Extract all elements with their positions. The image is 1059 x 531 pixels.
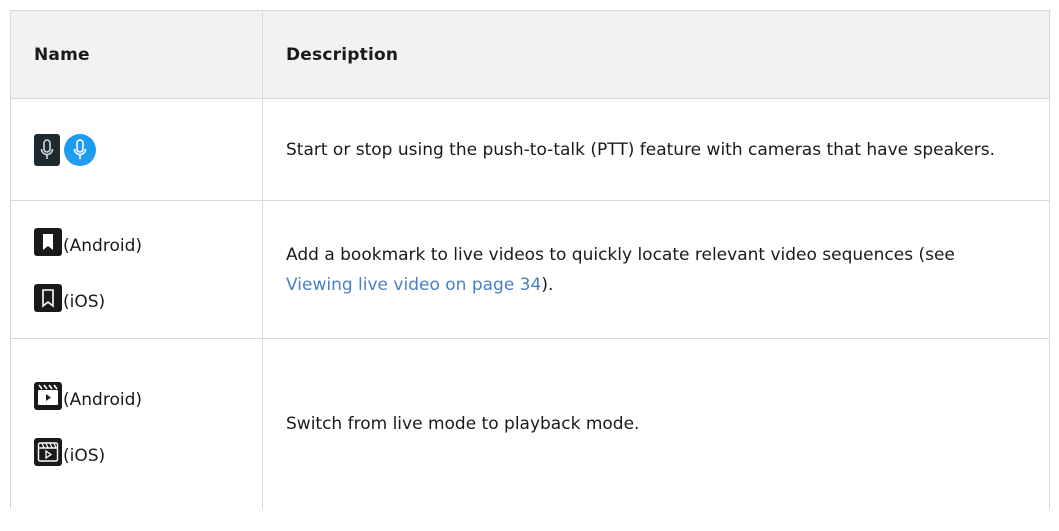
name-cell: (Android) (iOS) bbox=[10, 200, 263, 339]
viewing-live-video-link[interactable]: Viewing live video on page 34 bbox=[286, 275, 541, 295]
android-label: (Android) bbox=[63, 235, 142, 256]
mic-icon-pair bbox=[34, 133, 262, 166]
microphone-icon bbox=[34, 133, 60, 166]
table-row: (Android) (iOS) Switch from live mode to… bbox=[10, 338, 1050, 509]
description-cell: Add a bookmark to live videos to quickly… bbox=[262, 200, 1050, 339]
header-name: Name bbox=[10, 10, 263, 99]
description-text: Add a bookmark to live videos to quickly… bbox=[286, 244, 955, 265]
microphone-active-icon bbox=[64, 133, 96, 166]
android-icon-line: (Android) bbox=[34, 227, 262, 256]
playback-outline-icon bbox=[34, 438, 62, 466]
description-text-end: ). bbox=[541, 274, 554, 295]
table-row: Start or stop using the push-to-talk (PT… bbox=[10, 98, 1050, 201]
table-row: (Android) (iOS) Add a bookmark to live v… bbox=[10, 200, 1050, 339]
description-cell: Switch from live mode to playback mode. bbox=[262, 338, 1050, 509]
ios-icon-line: (iOS) bbox=[34, 438, 262, 466]
controls-table: Name Description Start or stop using the… bbox=[10, 10, 1050, 509]
name-cell: (Android) (iOS) bbox=[10, 338, 263, 509]
ios-label: (iOS) bbox=[63, 291, 106, 312]
description-cell: Start or stop using the push-to-talk (PT… bbox=[262, 98, 1050, 201]
name-cell bbox=[10, 98, 263, 201]
android-icon-line: (Android) bbox=[34, 382, 262, 410]
android-label: (Android) bbox=[63, 390, 142, 410]
header-description: Description bbox=[262, 10, 1050, 99]
ios-label: (iOS) bbox=[63, 446, 106, 466]
bookmark-outline-icon bbox=[34, 283, 62, 312]
ios-icon-line: (iOS) bbox=[34, 283, 262, 312]
playback-filled-icon bbox=[34, 382, 62, 410]
bookmark-filled-icon bbox=[34, 227, 62, 256]
table-header-row: Name Description bbox=[10, 10, 1050, 99]
